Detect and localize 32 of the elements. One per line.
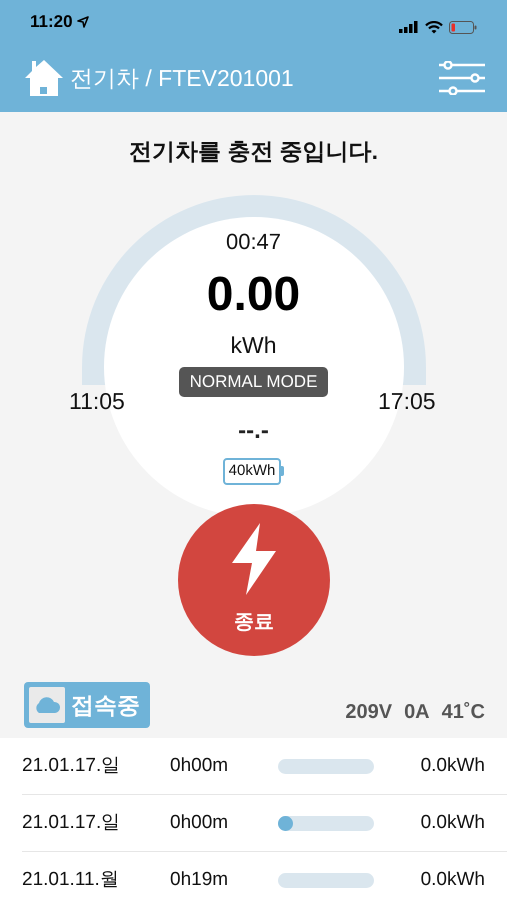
signal-icon — [399, 21, 419, 33]
history-duration: 0h00m — [170, 754, 230, 778]
history-energy: 0.0kWh — [420, 754, 485, 778]
status-time: 11:20 — [30, 11, 73, 34]
history-duration: 0h19m — [170, 868, 230, 892]
history-energy: 0.0kWh — [420, 810, 485, 835]
history-duration: 0h00m — [170, 810, 230, 835]
header-title: 전기차 / FTEV201001 — [70, 64, 294, 93]
status-message: 전기차를 충전 중입니다. — [128, 137, 378, 166]
wifi-icon — [425, 20, 443, 34]
battery-icon — [449, 20, 477, 34]
charge-rate: --.- — [238, 416, 269, 446]
history-date: 21.01.17.일 — [22, 810, 122, 835]
start-time: 11:05 — [69, 387, 125, 416]
settings-sliders-icon[interactable] — [439, 61, 485, 95]
home-icon[interactable] — [24, 59, 64, 97]
history-energy: 0.0kWh — [420, 868, 485, 892]
elapsed-time: 00:47 — [226, 228, 282, 256]
history-date: 21.01.17.일 — [22, 754, 122, 778]
location-arrow-icon — [76, 16, 89, 28]
reading-value: 0A — [404, 700, 430, 725]
lightning-icon — [230, 523, 278, 595]
battery-capacity-icon: 40kWh — [222, 458, 284, 484]
connection-badge: 접속중 — [24, 682, 150, 728]
mode-badge: NORMAL MODE — [178, 367, 328, 396]
energy-value: 0.00 — [206, 271, 300, 319]
history-date: 21.01.11.월 — [22, 868, 120, 892]
end-time: 17:05 — [378, 387, 436, 416]
reading-value: 209V — [345, 700, 392, 725]
reading-value: 41˚C — [442, 700, 485, 725]
energy-unit: kWh — [230, 331, 276, 360]
stop-button[interactable]: 종료 — [178, 504, 330, 656]
